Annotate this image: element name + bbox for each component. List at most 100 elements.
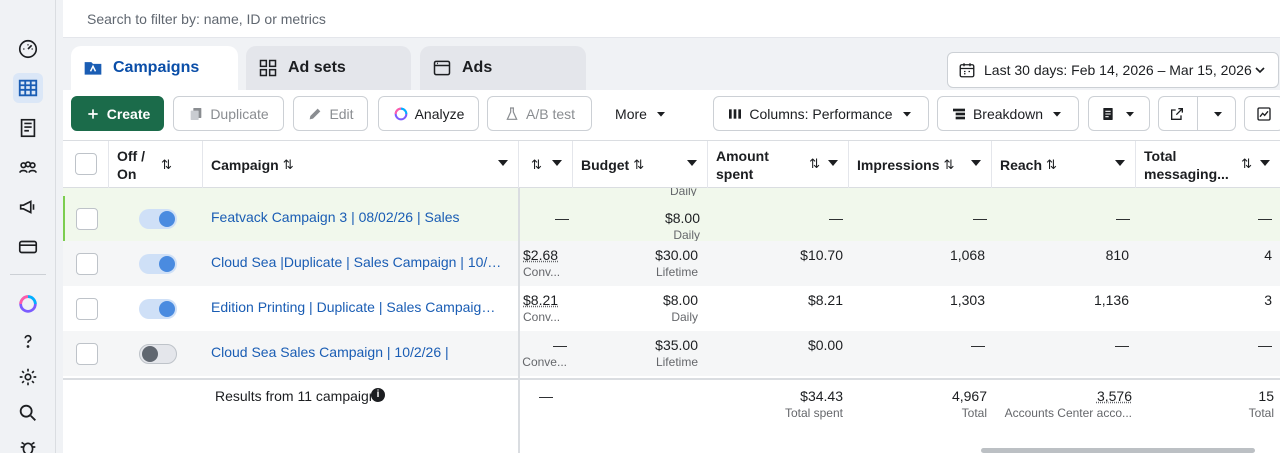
- caret-down-icon: [552, 160, 562, 166]
- tab-label: Ads: [462, 59, 493, 76]
- table-row[interactable]: Cloud Sea Sales Campaign | 10/2/26 | — Co…: [63, 331, 1280, 376]
- columns-icon: [729, 108, 742, 119]
- ad-sets-grid-icon: [259, 59, 277, 77]
- campaign-name-link[interactable]: Cloud Sea |Duplicate | Sales Campaign | …: [211, 254, 503, 270]
- header-results[interactable]: ⇅: [519, 141, 573, 188]
- campaign-toggle-on[interactable]: [139, 254, 177, 274]
- edit-button[interactable]: Edit: [293, 96, 368, 131]
- horizontal-scrollbar[interactable]: [981, 448, 1255, 453]
- results-cell: — Conve...: [522, 337, 567, 369]
- header-budget[interactable]: Budget ⇅: [573, 141, 708, 188]
- total-reach-cell: 3,576 Accounts Center acco...: [1004, 388, 1132, 420]
- filter-bar[interactable]: Search to filter by: name, ID or metrics: [63, 0, 1280, 38]
- campaign-name-link[interactable]: Cloud Sea Sales Campaign | 10/2/26 |: [211, 344, 503, 360]
- total-amount-spent-cell: $34.43 Total spent: [784, 388, 843, 420]
- row-checkbox[interactable]: [76, 253, 98, 275]
- header-total-messaging[interactable]: Total messaging... ⇅: [1136, 141, 1280, 188]
- results-cell: —: [555, 210, 569, 226]
- caret-down-icon: [1053, 111, 1062, 117]
- amount-spent-cell: $0.00: [807, 337, 843, 353]
- header-amount-spent[interactable]: Amount spent ⇅: [708, 141, 849, 188]
- caret-down-icon: [971, 160, 981, 166]
- sort-icon: ⇅: [161, 156, 172, 172]
- row-checkbox[interactable]: [76, 343, 98, 365]
- impressions-cell: —: [971, 337, 985, 353]
- header-campaign[interactable]: Campaign ⇅: [203, 141, 519, 188]
- export-dropdown[interactable]: [1158, 96, 1236, 131]
- impressions-cell: —: [973, 210, 987, 226]
- create-button[interactable]: Create: [71, 96, 164, 131]
- row-checkbox[interactable]: [76, 298, 98, 320]
- help-question-icon[interactable]: [13, 326, 43, 356]
- tab-ad-sets[interactable]: Ad sets: [246, 46, 411, 90]
- select-all-checkbox[interactable]: [75, 153, 97, 175]
- messaging-cell: —: [1258, 337, 1272, 353]
- charts-button[interactable]: [1244, 96, 1280, 131]
- campaign-toggle-off[interactable]: [139, 344, 177, 364]
- reach-cell: 1,136: [1093, 292, 1129, 308]
- more-dropdown[interactable]: More: [604, 96, 680, 131]
- campaign-name-link[interactable]: Featvack Campaign 3 | 08/02/26 | Sales: [211, 209, 503, 225]
- table-row[interactable]: Edition Printing | Duplicate | Sales Cam…: [63, 286, 1280, 331]
- date-range-picker[interactable]: Last 30 days: Feb 14, 2026 – Mar 15, 202…: [947, 52, 1279, 88]
- table-row[interactable]: Cloud Sea |Duplicate | Sales Campaign | …: [63, 241, 1280, 286]
- caret-down-icon: [1115, 160, 1125, 166]
- campaign-toggle-on[interactable]: [139, 209, 177, 229]
- meta-ai-ring-icon[interactable]: [13, 289, 43, 319]
- billing-card-icon[interactable]: [13, 232, 43, 262]
- results-summary-label: Results from 11 campaigns: [215, 388, 384, 404]
- row-checkbox[interactable]: [76, 208, 98, 230]
- chart-line-icon: [1257, 106, 1271, 121]
- sort-icon: ⇅: [1241, 156, 1252, 171]
- sort-icon: ⇅: [809, 156, 820, 171]
- caret-down-icon: [828, 160, 838, 166]
- header-impressions[interactable]: Impressions ⇅: [849, 141, 992, 188]
- plus-icon: [88, 108, 98, 119]
- amount-spent-cell: $10.70: [800, 247, 843, 263]
- ads-manager-main: Search to filter by: name, ID or metrics…: [63, 0, 1280, 453]
- table-toolbar: Create Duplicate Edit Analyze A/B test M…: [63, 90, 1280, 140]
- columns-dropdown[interactable]: Columns: Performance: [713, 96, 929, 131]
- amount-spent-cell: $8.21: [807, 292, 843, 308]
- header-off-on[interactable]: Off / On ⇅: [109, 141, 203, 188]
- settings-gear-icon[interactable]: [13, 362, 43, 392]
- results-cell: $8.21 Conv...: [523, 292, 561, 324]
- ads-manager-table-icon[interactable]: [13, 73, 43, 103]
- table-totals-row: Results from 11 campaigns i — $34.43 Tota…: [63, 378, 1280, 453]
- audiences-people-icon[interactable]: [13, 153, 43, 183]
- caret-down-icon: [1126, 111, 1134, 117]
- level-tabs: Campaigns Ad sets Ads Last 30 days: Feb …: [63, 38, 1280, 90]
- results-cell: $2.68 Conv...: [523, 247, 561, 279]
- tab-ads[interactable]: Ads: [420, 46, 586, 90]
- ab-test-button[interactable]: A/B test: [487, 96, 592, 131]
- reach-cell: —: [1116, 210, 1130, 226]
- caret-down-icon: [687, 160, 697, 166]
- header-reach[interactable]: Reach ⇅: [992, 141, 1136, 188]
- search-filter-input[interactable]: Search to filter by: name, ID or metrics: [87, 11, 326, 27]
- reports-dropdown[interactable]: [1088, 96, 1150, 131]
- breakdown-dropdown[interactable]: Breakdown: [937, 96, 1079, 131]
- tab-campaigns[interactable]: Campaigns: [71, 46, 238, 90]
- total-messaging-cell: 15 Total: [1248, 388, 1274, 420]
- table-row[interactable]: Featvack Campaign 3 | 08/02/26 | Sales —…: [63, 196, 1280, 242]
- campaigns-folder-icon: [84, 62, 102, 75]
- search-icon[interactable]: [13, 398, 43, 428]
- analyze-button[interactable]: Analyze: [378, 96, 479, 131]
- duplicate-button[interactable]: Duplicate: [173, 96, 284, 131]
- campaign-name-link[interactable]: Edition Printing | Duplicate | Sales Cam…: [211, 299, 503, 315]
- campaign-toggle-on[interactable]: [139, 299, 177, 319]
- select-all-cell: [63, 141, 109, 188]
- reach-cell: 810: [1105, 247, 1129, 263]
- messaging-cell: 4: [1264, 247, 1272, 263]
- report-icon: [1103, 107, 1113, 120]
- bug-report-icon[interactable]: [13, 432, 43, 453]
- info-icon[interactable]: i: [371, 388, 385, 402]
- table-header: Off / On ⇅ Campaign ⇅ ⇅ Budget ⇅ Amount …: [63, 140, 1280, 188]
- sort-icon: ⇅: [531, 156, 542, 172]
- sort-icon: ⇅: [282, 156, 294, 172]
- dashboard-gauge-icon[interactable]: [13, 34, 43, 64]
- sort-icon: ⇅: [943, 156, 955, 172]
- campaigns-megaphone-icon[interactable]: [13, 192, 43, 222]
- pages-book-icon[interactable]: [13, 113, 43, 143]
- calendar-icon: [959, 63, 975, 78]
